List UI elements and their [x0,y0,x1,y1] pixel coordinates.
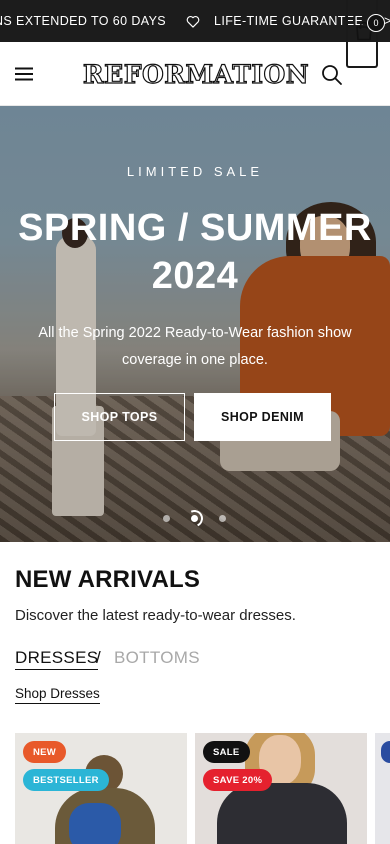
hero-title: SPRING / SUMMER 2024 [0,204,390,300]
tab-bottoms[interactable]: BOTTOMS [114,648,200,668]
tab-dresses[interactable]: DRESSES [15,648,99,670]
product-badge [381,741,390,763]
site-header: REFORMATION [0,42,390,106]
section-title: NEW ARRIVALS [15,566,201,593]
logo[interactable]: REFORMATION [82,54,309,94]
shop-dresses-link[interactable]: Shop Dresses [15,686,100,704]
announcement-message: NS EXTENDED TO 60 DAYS [0,14,167,28]
announcement-bar: NS EXTENDED TO 60 DAYS LIFE-TIME GUARANT… [0,0,390,42]
shop-denim-button[interactable]: SHOP DENIM [194,393,331,441]
announcement-message-text: LIFE-TIME GUARANTEE [214,14,364,28]
slide-dot-1[interactable] [163,515,170,522]
menu-button[interactable] [14,64,34,84]
badge-bestseller: BESTSELLER [23,769,109,791]
hero-title-line: SPRING / SUMMER [18,207,372,249]
product-card[interactable]: SALE SAVE 20% [195,733,367,844]
badge-new: NEW [23,741,67,763]
cart-count-badge: 0 [367,14,385,32]
search-button[interactable] [321,64,343,86]
slide-dot-3[interactable] [219,515,226,522]
search-icon [322,65,342,85]
hero-eyebrow: LIMITED SALE [126,164,264,179]
product-image [69,803,121,844]
menu-icon [15,67,33,81]
hero-subtitle: All the Spring 2022 Ready-to-Wear fashio… [38,325,352,368]
hero-banner: LIMITED SALE SPRING / SUMMER 2024 All th… [0,106,390,542]
hero-title-line: 2024 [151,255,239,297]
badge-discount: SAVE 20% [203,769,273,791]
product-image [217,783,347,844]
shop-tops-button[interactable]: SHOP TOPS [54,393,185,441]
heart-icon [186,15,200,28]
announcement-message-guarantee: LIFE-TIME GUARANTEE [186,0,363,42]
cart-button[interactable] [346,0,378,68]
product-card[interactable]: NEW BESTSELLER [15,733,187,844]
tab-separator: / [96,648,101,667]
product-card[interactable] [375,733,390,844]
badge-sale: SALE [203,741,250,763]
section-subtitle: Discover the latest ready-to-wear dresse… [15,607,296,624]
